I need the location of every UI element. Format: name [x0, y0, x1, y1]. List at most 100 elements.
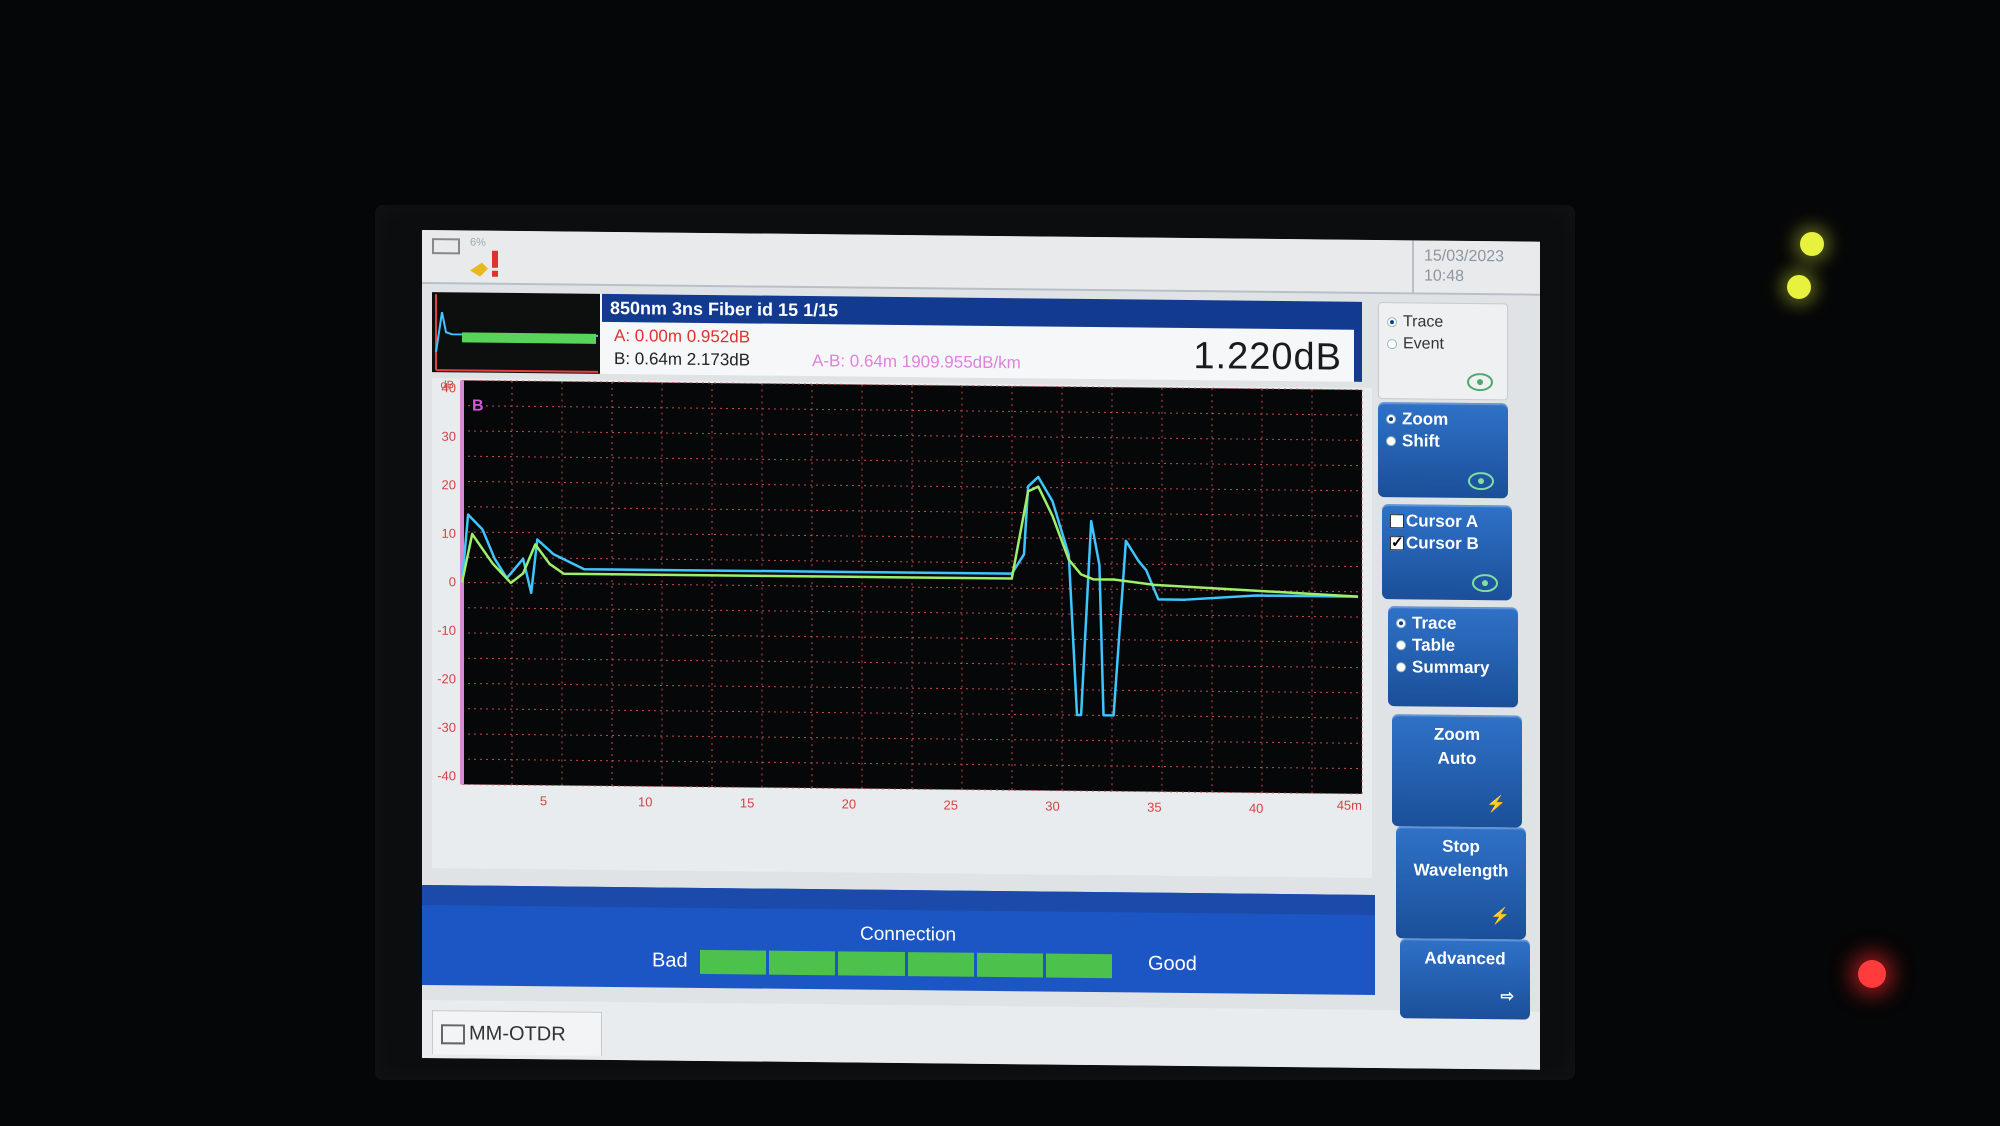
y-tick-label: -30	[437, 720, 456, 735]
loss-value: 1.220dB	[1193, 335, 1342, 379]
stop-wavelength-line1: Stop	[1442, 836, 1480, 857]
view-trace-radio[interactable]	[1387, 317, 1397, 328]
x-tick-label: 25	[943, 797, 957, 812]
x-tick-label: 5	[540, 793, 547, 808]
advanced-label: Advanced	[1424, 948, 1506, 969]
connection-meter-segment	[838, 951, 905, 977]
tab-bar: MM-OTDR	[422, 1000, 1540, 1070]
x-tick-label: 40	[1249, 801, 1263, 816]
connection-title: Connection	[860, 923, 957, 946]
view-event-radio[interactable]	[1387, 339, 1397, 350]
display-table-radio[interactable]	[1396, 640, 1406, 651]
y-tick-label: 0	[449, 574, 456, 589]
alarm-led	[1858, 960, 1886, 988]
lightning-icon: ⚡	[1490, 908, 1510, 926]
tab-mm-otdr[interactable]: MM-OTDR	[432, 1010, 602, 1056]
y-tick-label: 10	[442, 526, 456, 541]
cursor-a-readout: A: 0.00m 0.952dB	[614, 326, 751, 347]
cursor-b-label: Cursor B	[1406, 533, 1479, 554]
display-mode-button[interactable]: Trace Table Summary	[1388, 606, 1518, 708]
y-tick-label: -20	[437, 671, 456, 686]
view-event-label: Event	[1403, 335, 1444, 353]
connection-bad-label: Bad	[652, 949, 688, 972]
connection-good-label: Good	[1148, 952, 1197, 976]
x-tick-label: 10	[638, 794, 652, 809]
x-tick-label: 20	[842, 796, 856, 811]
display-trace-label: Trace	[1412, 613, 1457, 633]
connection-meter-segment	[907, 952, 974, 977]
status-led	[1787, 275, 1811, 299]
zoom-auto-line1: Zoom	[1433, 724, 1481, 745]
trace-chart-svg[interactable]: 403020100-10-20-30-40dB5 10 15 20 25 30 35 40 45…	[432, 378, 1372, 878]
display-summary-option[interactable]: Summary	[1392, 656, 1514, 679]
cursor-b-marker-label: B	[472, 398, 484, 415]
status-bar: 6% 15/03/2023 10:48	[422, 230, 1540, 296]
cursor-b-readout: B: 0.64m 2.173dB	[614, 349, 751, 370]
time-label: 10:48	[1424, 267, 1465, 285]
trace-overview-thumbnail[interactable]	[432, 292, 600, 374]
otdr-trace-chart[interactable]: 40 30 20 10 0 -10 -20 -30 -40 dB 5 10 15 20 25 30 35 40 45…	[432, 378, 1372, 878]
display-table-label: Table	[1412, 635, 1456, 655]
zoom-shift-button[interactable]: Zoom Shift	[1378, 402, 1508, 499]
cursor-a-checkbox[interactable]	[1390, 514, 1404, 529]
tab-mm-otdr-label: MM-OTDR	[469, 1022, 566, 1046]
connection-meter	[700, 949, 1113, 979]
y-axis-label: dB	[441, 379, 454, 391]
otdr-screen: 6% 15/03/2023 10:48 850nm 3ns Fiber id 1…	[422, 230, 1540, 1070]
navigation-icon	[1467, 373, 1493, 392]
navigation-icon	[1468, 472, 1494, 491]
zoom-auto-button[interactable]: Zoom Auto ⚡	[1392, 714, 1522, 828]
zoom-auto-line2: Auto	[1437, 748, 1477, 769]
lightning-icon: ⚡	[1486, 796, 1506, 814]
battery-icon	[432, 238, 460, 255]
display-summary-label: Summary	[1412, 657, 1490, 678]
navigation-icon	[1472, 574, 1498, 593]
advanced-button[interactable]: Advanced ⇨	[1400, 938, 1530, 1020]
y-tick-label: 20	[442, 477, 456, 492]
view-event-option[interactable]: Event	[1383, 333, 1503, 356]
shift-option[interactable]: Shift	[1382, 430, 1504, 453]
y-tick-label: -10	[437, 623, 456, 638]
datetime: 15/03/2023 10:48	[1412, 240, 1540, 294]
connection-meter-segment	[700, 949, 767, 975]
x-tick-label-unit: 45m	[1337, 798, 1362, 813]
display-summary-radio[interactable]	[1396, 662, 1406, 673]
stop-wavelength-line2: Wavelength	[1413, 860, 1509, 881]
date-label: 15/03/2023	[1424, 247, 1505, 266]
next-page-icon: ⇨	[1500, 988, 1514, 1006]
connection-quality-panel: Connection Bad Good	[422, 884, 1375, 995]
cursor-b-checkbox[interactable]	[1390, 536, 1404, 551]
connection-meter-segment	[976, 952, 1043, 978]
y-tick-label: -40	[437, 768, 456, 783]
x-tick-label: 15	[740, 795, 754, 810]
connection-meter-segment	[769, 950, 836, 976]
y-tick-label: 30	[442, 429, 456, 444]
warning-icon	[470, 250, 498, 277]
x-tick-label: 30	[1045, 799, 1059, 814]
cursor-select-button[interactable]: Cursor A Cursor B	[1382, 504, 1512, 601]
cursor-diff-readout: A-B: 0.64m 1909.955dB/km	[812, 351, 1021, 373]
battery-percent: 6%	[470, 236, 486, 249]
cursor-a-label: Cursor A	[1406, 511, 1479, 532]
side-panel: Trace Event Zoom Shift Cursor A ✓ Cursor…	[1378, 302, 1540, 1020]
zoom-label: Zoom	[1402, 409, 1449, 429]
view-trace-label: Trace	[1403, 313, 1444, 331]
display-trace-option[interactable]: Trace	[1392, 612, 1514, 635]
view-mode-selector: Trace Event	[1378, 302, 1508, 401]
otdr-tab-icon	[441, 1024, 465, 1045]
display-trace-radio[interactable]	[1396, 618, 1406, 629]
zoom-radio[interactable]	[1386, 414, 1396, 425]
scroll-indicator	[1354, 301, 1362, 382]
measurement-info: 850nm 3ns Fiber id 15 1/15 A: 0.00m 0.95…	[432, 292, 1362, 382]
power-led	[1800, 232, 1824, 256]
cursor-b-option[interactable]: Cursor B	[1386, 532, 1508, 555]
shift-radio[interactable]	[1386, 436, 1396, 447]
cursor-a-option[interactable]: Cursor A	[1386, 510, 1508, 533]
measurement-header: 850nm 3ns Fiber id 15 1/15	[602, 293, 1354, 330]
display-table-option[interactable]: Table	[1392, 634, 1514, 657]
stop-wavelength-button[interactable]: Stop Wavelength ⚡	[1396, 826, 1526, 940]
connection-meter-segment	[1045, 953, 1113, 979]
x-tick-label: 35	[1147, 800, 1161, 815]
zoom-option[interactable]: Zoom	[1382, 408, 1504, 431]
view-trace-option[interactable]: Trace	[1383, 311, 1503, 334]
